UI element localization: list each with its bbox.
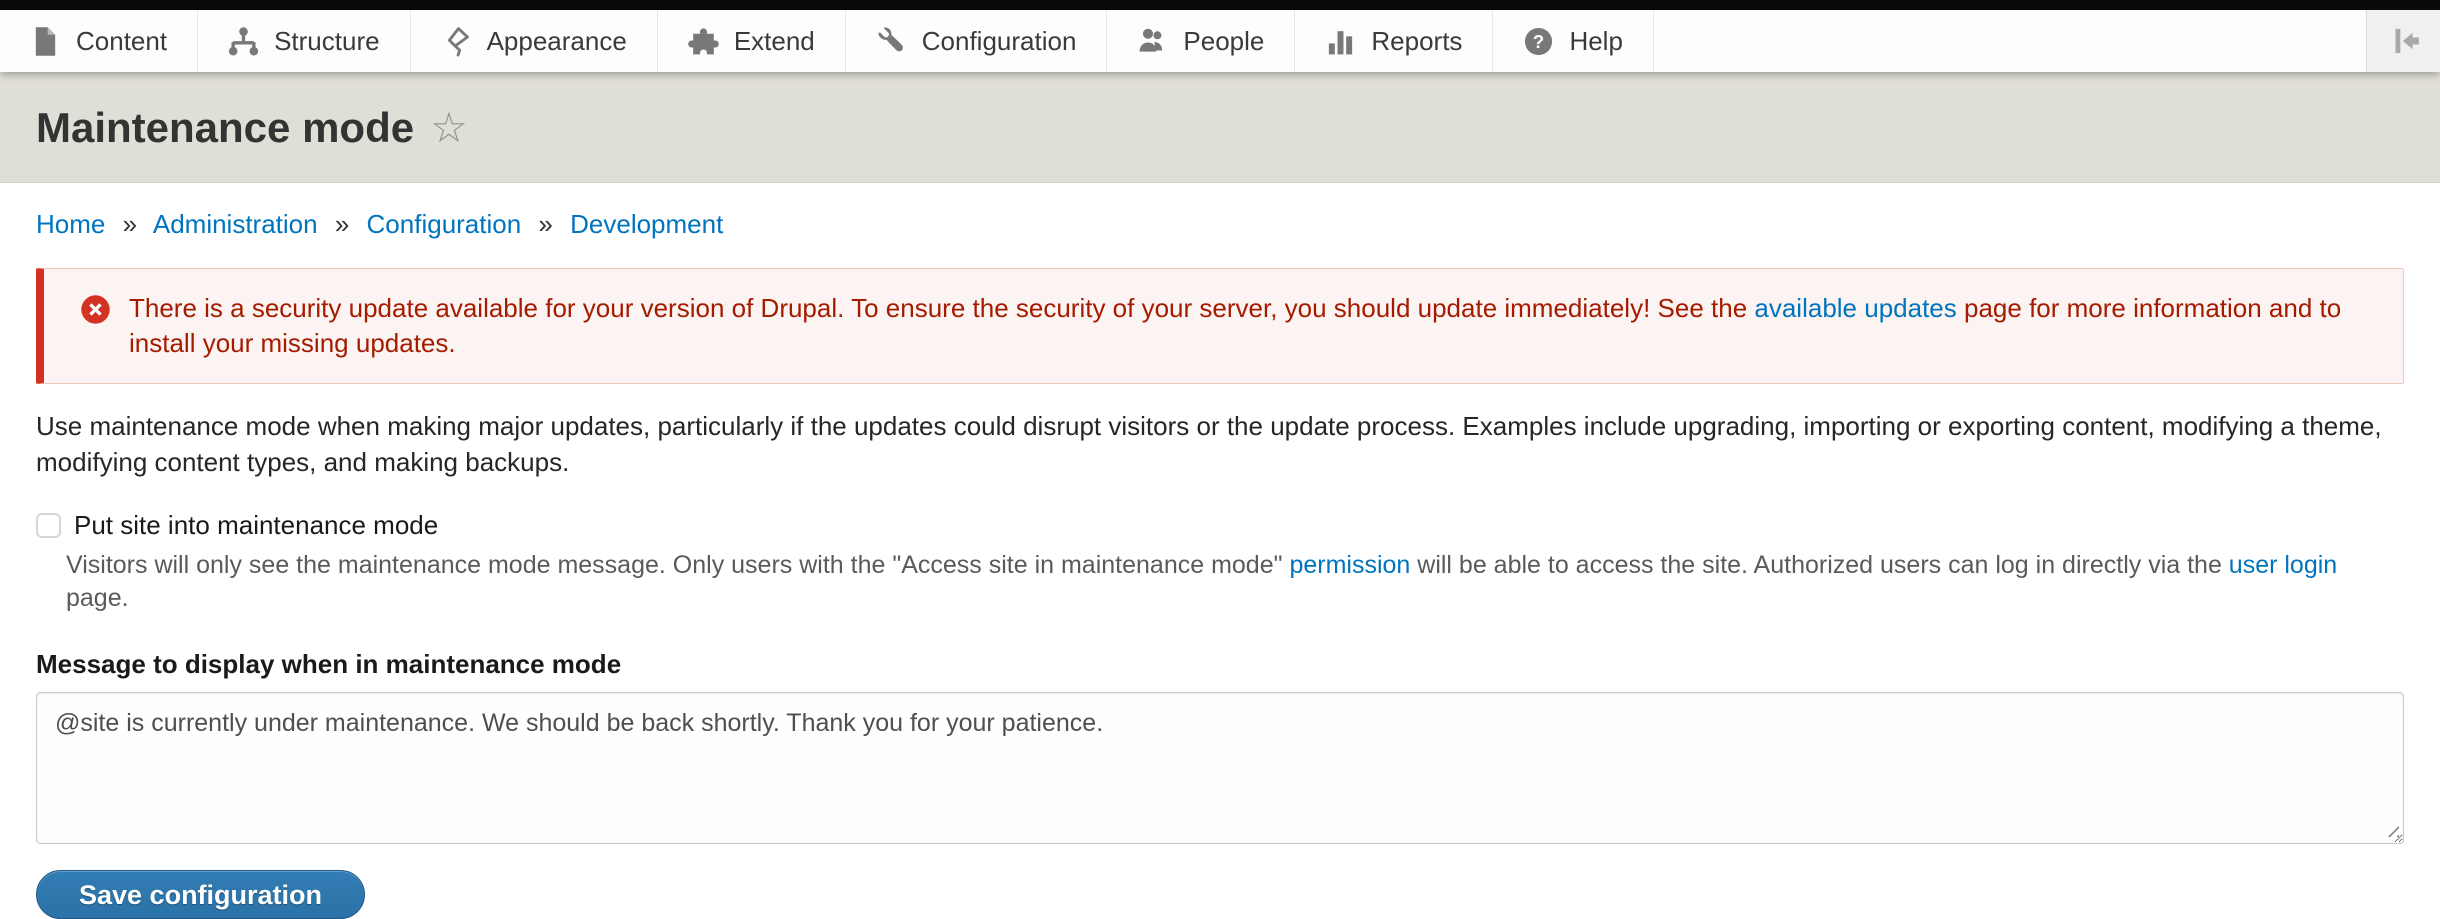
- toolbar-tab-configuration[interactable]: Configuration: [846, 10, 1108, 72]
- available-updates-link[interactable]: available updates: [1754, 293, 1956, 323]
- toolbar-tab-structure[interactable]: Structure: [198, 10, 411, 72]
- breadcrumb-separator: »: [335, 209, 349, 239]
- toolbar-tab-reports[interactable]: Reports: [1295, 10, 1493, 72]
- toolbar-tab-label: Extend: [734, 26, 815, 57]
- toolbar-tab-label: Appearance: [487, 26, 627, 57]
- structure-sitemap-icon: [228, 26, 259, 57]
- maintenance-mode-checkbox-label[interactable]: Put site into maintenance mode: [74, 510, 438, 541]
- maintenance-mode-checkbox-row: Put site into maintenance mode: [36, 510, 2404, 541]
- maintenance-mode-intro: Use maintenance mode when making major u…: [36, 408, 2404, 480]
- people-icon: [1137, 26, 1168, 57]
- breadcrumb-separator: »: [123, 209, 137, 239]
- top-admin-bar: [0, 0, 2440, 10]
- main-content: Home » Administration » Configuration » …: [0, 183, 2440, 919]
- reports-barchart-icon: [1325, 26, 1356, 57]
- toolbar-tab-label: Structure: [274, 26, 380, 57]
- error-icon: [80, 294, 111, 325]
- error-text-before: There is a security update available for…: [129, 293, 1754, 323]
- description-text: Visitors will only see the maintenance m…: [66, 551, 1289, 579]
- content-file-icon: [30, 26, 61, 57]
- message-field-label: Message to display when in maintenance m…: [36, 649, 2404, 680]
- error-message-box: There is a security update available for…: [36, 268, 2404, 384]
- svg-text:?: ?: [1533, 31, 1544, 52]
- help-question-icon: ?: [1523, 26, 1554, 57]
- toolbar-tab-appearance[interactable]: Appearance: [411, 10, 658, 72]
- maintenance-message-textarea[interactable]: @site is currently under maintenance. We…: [36, 692, 2404, 844]
- breadcrumb-separator: »: [538, 209, 552, 239]
- toolbar-orientation-toggle[interactable]: [2366, 10, 2440, 72]
- description-text: page.: [66, 584, 129, 612]
- toolbar-tab-label: Configuration: [922, 26, 1077, 57]
- toolbar-tab-label: People: [1183, 26, 1264, 57]
- toolbar-tab-content[interactable]: Content: [0, 10, 198, 72]
- save-configuration-button[interactable]: Save configuration: [36, 870, 365, 919]
- user-login-link[interactable]: user login: [2229, 551, 2337, 579]
- toolbar-tab-label: Reports: [1371, 26, 1462, 57]
- message-textarea-wrapper: @site is currently under maintenance. We…: [36, 692, 2404, 844]
- maintenance-mode-checkbox[interactable]: [36, 513, 61, 538]
- breadcrumb: Home » Administration » Configuration » …: [36, 183, 2404, 244]
- error-message-text: There is a security update available for…: [129, 291, 2373, 361]
- description-text: will be able to access the site. Authori…: [1410, 551, 2228, 579]
- configuration-wrench-icon: [876, 26, 907, 57]
- permission-link[interactable]: permission: [1289, 551, 1410, 579]
- star-outline-icon[interactable]: ☆: [430, 107, 468, 149]
- page-header: Maintenance mode ☆: [0, 72, 2440, 183]
- page-title-text: Maintenance mode: [36, 104, 414, 152]
- toolbar-tab-people[interactable]: People: [1107, 10, 1295, 72]
- admin-toolbar: Content Structure Appearance Extend: [0, 10, 2440, 72]
- breadcrumb-link-configuration[interactable]: Configuration: [367, 209, 522, 239]
- breadcrumb-link-home[interactable]: Home: [36, 209, 105, 239]
- breadcrumb-link-development[interactable]: Development: [570, 209, 723, 239]
- breadcrumb-link-administration[interactable]: Administration: [153, 209, 318, 239]
- toolbar-tab-label: Help: [1569, 26, 1622, 57]
- toolbar-tab-label: Content: [76, 26, 167, 57]
- appearance-brush-icon: [441, 26, 472, 57]
- page-title: Maintenance mode ☆: [36, 104, 2404, 152]
- extend-puzzle-icon: [688, 26, 719, 57]
- maintenance-mode-description: Visitors will only see the maintenance m…: [66, 549, 2404, 615]
- toolbar-collapse-icon: [2387, 24, 2421, 58]
- toolbar-tab-help[interactable]: ? Help: [1493, 10, 1653, 72]
- toolbar-tab-extend[interactable]: Extend: [658, 10, 846, 72]
